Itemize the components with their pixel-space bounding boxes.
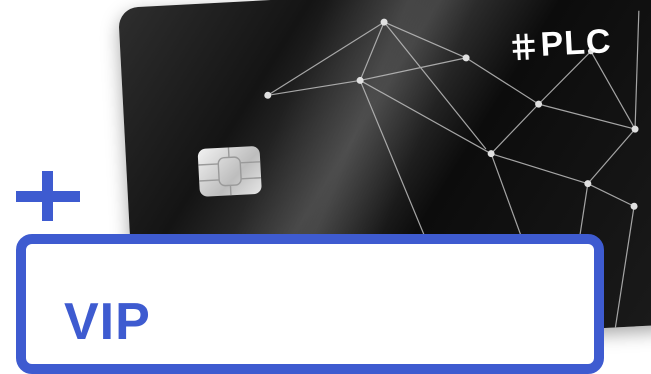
card-chip-icon xyxy=(197,145,262,197)
plus-icon xyxy=(16,171,80,221)
vip-label: VIP xyxy=(64,293,151,351)
brand-text: PLC xyxy=(539,22,613,64)
plc-logo-icon xyxy=(512,33,535,60)
plc-brand-logo: PLC xyxy=(510,22,613,66)
